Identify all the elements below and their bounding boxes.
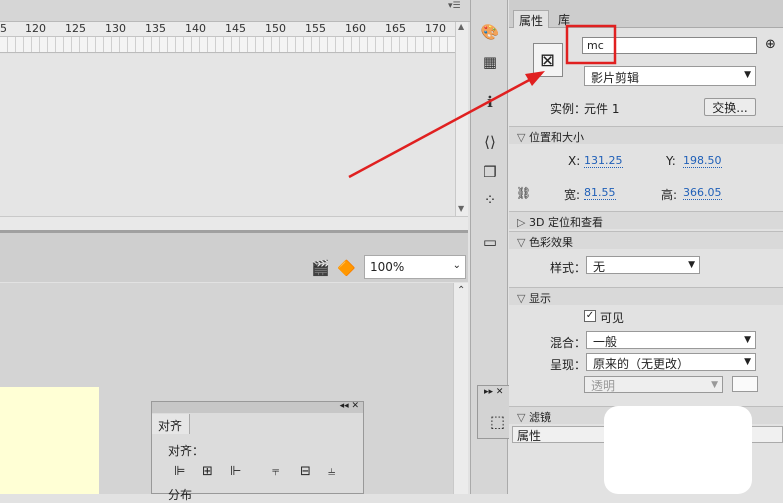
annotation-layer xyxy=(348,24,617,179)
annotation-arrow-line xyxy=(348,76,534,179)
annotation-arrow-head xyxy=(525,71,545,86)
annotation-highlight-box xyxy=(565,24,617,65)
